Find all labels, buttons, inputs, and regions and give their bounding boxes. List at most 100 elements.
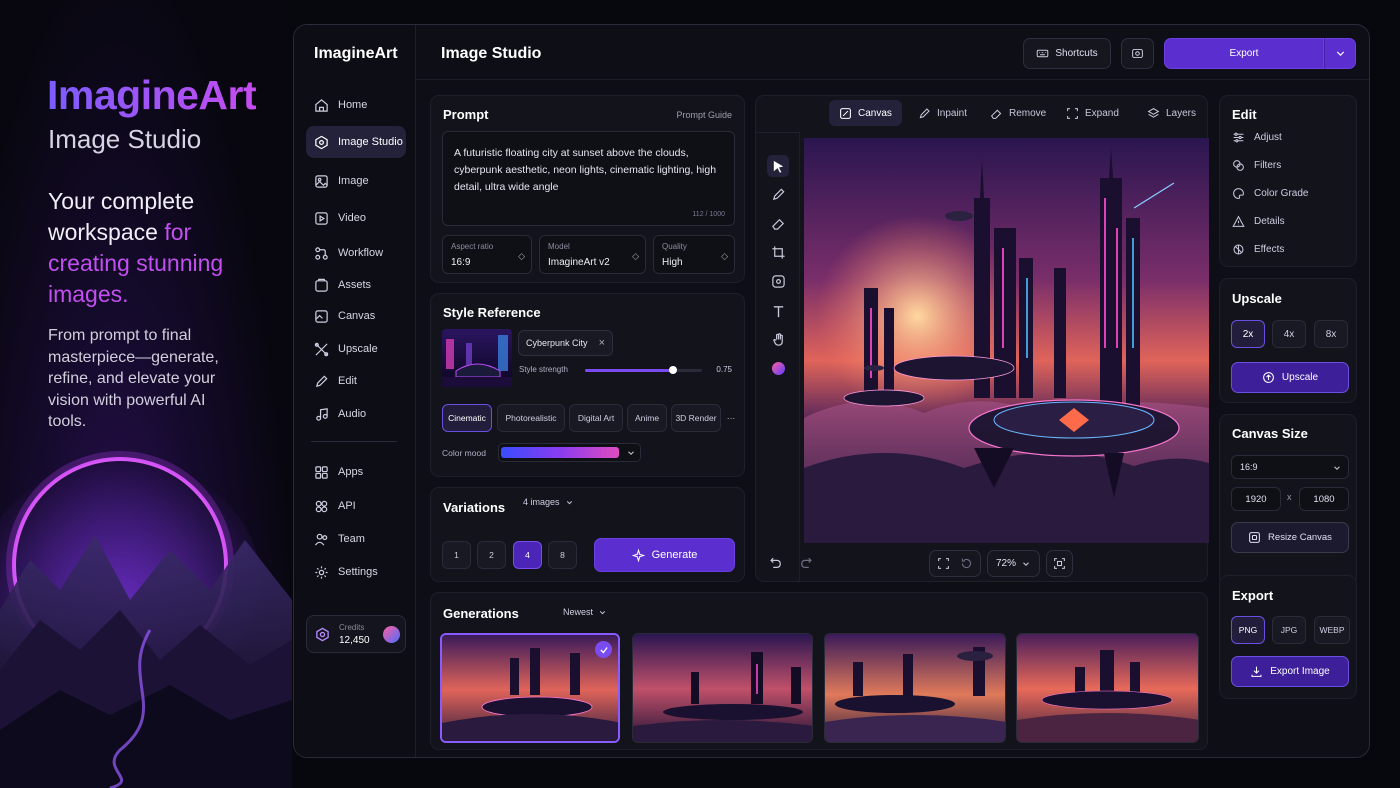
sidebar-item-upscale[interactable]: Upscale bbox=[306, 333, 406, 365]
focus-icon bbox=[1054, 558, 1065, 569]
sidebar-item-image-studio[interactable]: Image Studio bbox=[306, 126, 406, 158]
sidebar-item-team[interactable]: Team bbox=[306, 523, 406, 555]
sidebar-item-assets[interactable]: Assets bbox=[306, 269, 406, 301]
style-chip-more[interactable]: ··· bbox=[725, 404, 737, 432]
tab-inpaint[interactable]: Inpaint bbox=[908, 100, 977, 126]
canvas-image[interactable] bbox=[804, 138, 1209, 543]
tab-layers[interactable]: Layers bbox=[1137, 100, 1206, 126]
hero-section: ImagineArt Image Studio Your complete wo… bbox=[0, 0, 292, 788]
prompt-char-count: 112 / 1000 bbox=[692, 211, 725, 218]
generations-sort-dropdown[interactable]: Newest bbox=[563, 607, 607, 617]
sidebar: ImagineArt Home Image Studio Image Video… bbox=[294, 25, 416, 757]
upscale-button[interactable]: Upscale bbox=[1231, 362, 1349, 393]
sidebar-logo: ImagineArt bbox=[314, 45, 398, 62]
screenshot-button[interactable] bbox=[1121, 38, 1154, 69]
text-tool[interactable] bbox=[768, 301, 788, 321]
crop-tool[interactable] bbox=[768, 242, 788, 262]
style-chip-digital-art[interactable]: Digital Art bbox=[569, 404, 623, 432]
resize-canvas-button[interactable]: Resize Canvas bbox=[1231, 522, 1349, 553]
upscale-option-2x[interactable]: 2x bbox=[1231, 320, 1265, 348]
prompt-title: Prompt bbox=[443, 107, 489, 122]
sidebar-item-apps[interactable]: Apps bbox=[306, 456, 406, 488]
eraser-tool[interactable] bbox=[768, 213, 788, 233]
sidebar-item-video[interactable]: Video bbox=[306, 202, 406, 234]
upscale-option-8x[interactable]: 8x bbox=[1314, 320, 1348, 348]
export-dropdown-button[interactable] bbox=[1324, 38, 1356, 69]
fit-to-screen-button[interactable] bbox=[1046, 550, 1073, 577]
edit-item-adjust[interactable]: Adjust bbox=[1232, 131, 1282, 144]
pen-tool[interactable] bbox=[768, 184, 788, 204]
export-format-jpg[interactable]: JPG bbox=[1272, 616, 1306, 644]
sidebar-item-audio[interactable]: Audio bbox=[306, 398, 406, 430]
settings-icon bbox=[315, 565, 328, 579]
edit-item-details[interactable]: Details bbox=[1232, 215, 1285, 228]
color-picker-tool[interactable] bbox=[768, 358, 788, 378]
sidebar-item-settings[interactable]: Settings bbox=[306, 556, 406, 588]
generation-thumbnail-3[interactable] bbox=[824, 633, 1006, 743]
variation-option-1[interactable]: 1 bbox=[442, 541, 471, 569]
export-image-label: Export Image bbox=[1270, 666, 1330, 677]
ai-tool[interactable] bbox=[768, 271, 788, 291]
close-icon[interactable]: × bbox=[599, 337, 605, 349]
style-reference-thumbnail[interactable] bbox=[442, 329, 512, 387]
tab-expand[interactable]: Expand bbox=[1056, 100, 1129, 126]
undo-icon[interactable] bbox=[768, 556, 782, 570]
canvas-height-input[interactable]: 1080 bbox=[1299, 487, 1349, 511]
export-image-button[interactable]: Export Image bbox=[1231, 656, 1349, 687]
style-strength-label: Style strength bbox=[519, 365, 568, 374]
tab-remove[interactable]: Remove bbox=[980, 100, 1056, 126]
sidebar-item-edit[interactable]: Edit bbox=[306, 365, 406, 397]
export-format-png[interactable]: PNG bbox=[1231, 616, 1265, 644]
edit-item-effects[interactable]: Effects bbox=[1232, 243, 1284, 256]
generation-thumbnail-1[interactable] bbox=[440, 633, 620, 743]
variations-count-dropdown[interactable]: 4 images bbox=[523, 497, 574, 507]
variation-option-2[interactable]: 2 bbox=[477, 541, 506, 569]
hand-tool[interactable] bbox=[768, 329, 788, 349]
credits-widget[interactable]: Credits 12,450 bbox=[306, 615, 406, 653]
quality-select[interactable]: Quality High ◇ bbox=[653, 235, 735, 274]
style-chip-anime[interactable]: Anime bbox=[627, 404, 667, 432]
style-chip-photorealistic[interactable]: Photorealistic bbox=[497, 404, 565, 432]
canvas-width-input[interactable]: 1920 bbox=[1231, 487, 1281, 511]
rotate-icon[interactable] bbox=[960, 557, 973, 570]
fullscreen-icon[interactable] bbox=[937, 557, 950, 570]
slider-handle[interactable] bbox=[668, 366, 677, 374]
edit-item-color-grade[interactable]: Color Grade bbox=[1232, 187, 1308, 200]
sidebar-item-canvas[interactable]: Canvas bbox=[306, 300, 406, 332]
sidebar-item-workflow[interactable]: Workflow bbox=[306, 237, 406, 269]
color-mood-select[interactable] bbox=[498, 443, 641, 462]
variation-option-8[interactable]: 8 bbox=[548, 541, 577, 569]
variation-option-4[interactable]: 4 bbox=[513, 541, 542, 569]
redo-icon[interactable] bbox=[800, 556, 814, 570]
zoom-select[interactable]: 72% bbox=[987, 550, 1040, 577]
export-format-webp[interactable]: WEBP bbox=[1314, 616, 1350, 644]
sidebar-item-label: Apps bbox=[338, 466, 364, 478]
sidebar-item-home[interactable]: Home bbox=[306, 89, 406, 121]
canvas-height-value: 1080 bbox=[1313, 494, 1335, 505]
quality-label: Quality bbox=[662, 242, 687, 251]
shortcuts-button[interactable]: Shortcuts bbox=[1023, 38, 1111, 69]
style-chip-cinematic[interactable]: Cinematic bbox=[442, 404, 492, 432]
prompt-guide-link[interactable]: Prompt Guide bbox=[676, 110, 732, 120]
quality-value: High bbox=[662, 257, 683, 268]
canvas-ratio-select[interactable]: 16:9 bbox=[1231, 455, 1349, 479]
aspect-ratio-select[interactable]: Aspect ratio 16:9 ◇ bbox=[442, 235, 532, 274]
layers-icon bbox=[1147, 107, 1160, 118]
sidebar-item-api[interactable]: API bbox=[306, 490, 406, 522]
generation-thumbnail-2[interactable] bbox=[632, 633, 813, 743]
upscale-option-4x[interactable]: 4x bbox=[1272, 320, 1306, 348]
tab-canvas[interactable]: Canvas bbox=[829, 100, 902, 126]
select-tool[interactable] bbox=[767, 155, 789, 177]
sidebar-item-label: Upscale bbox=[338, 343, 378, 355]
model-select[interactable]: Model ImagineArt v2 ◇ bbox=[539, 235, 646, 274]
style-chip-3d-render[interactable]: 3D Render bbox=[671, 404, 721, 432]
export-button[interactable]: Export bbox=[1164, 38, 1324, 69]
prompt-textarea[interactable]: A futuristic floating city at sunset abo… bbox=[442, 131, 735, 226]
sidebar-item-image[interactable]: Image bbox=[306, 165, 406, 197]
generate-button[interactable]: Generate bbox=[594, 538, 735, 572]
style-strength-slider[interactable] bbox=[585, 366, 702, 374]
arrow-up-circle-icon bbox=[1263, 372, 1274, 383]
avatar[interactable] bbox=[383, 626, 400, 643]
generation-thumbnail-4[interactable] bbox=[1016, 633, 1199, 743]
edit-item-filters[interactable]: Filters bbox=[1232, 159, 1281, 172]
